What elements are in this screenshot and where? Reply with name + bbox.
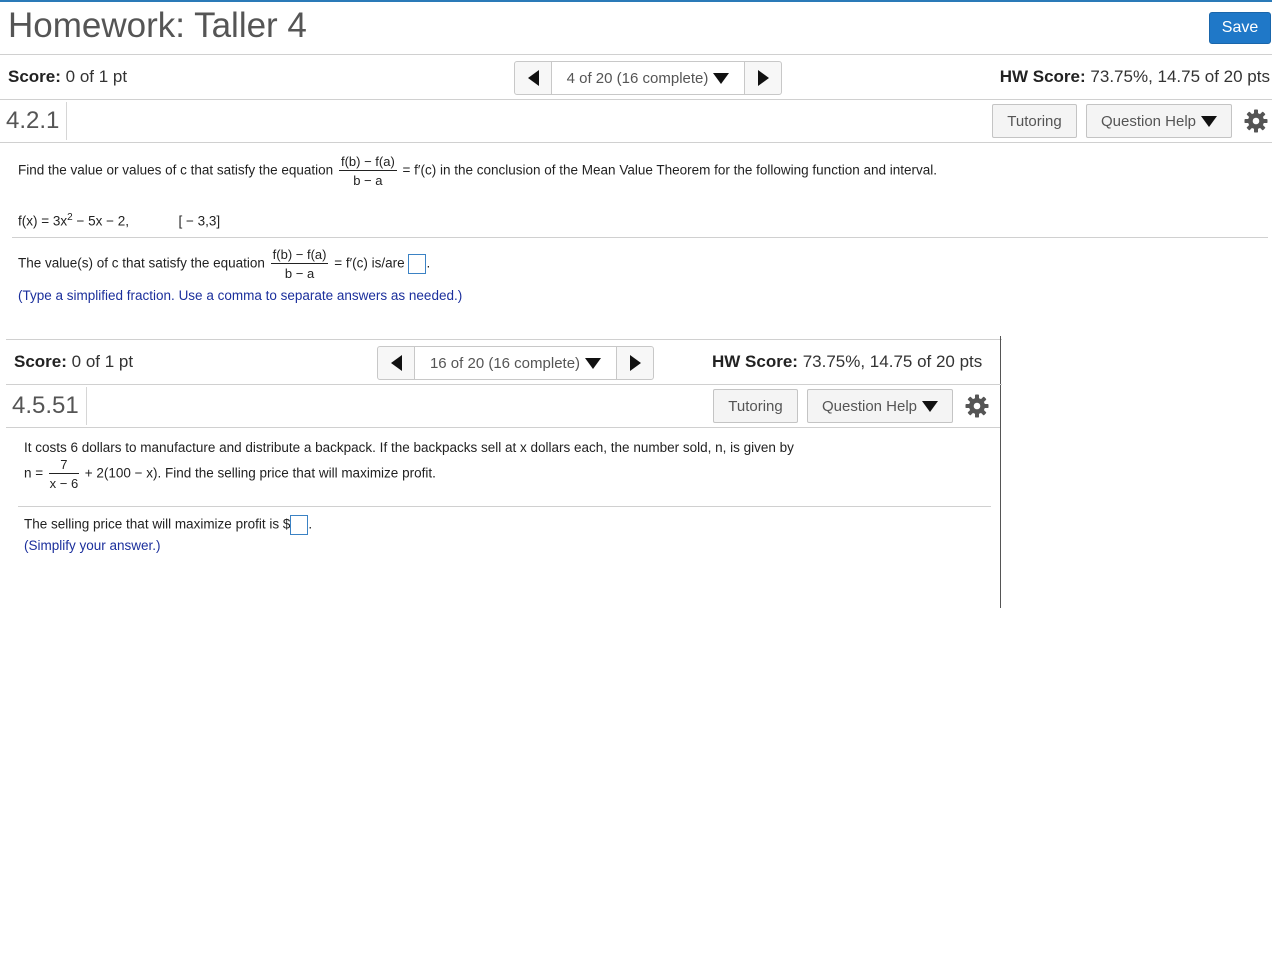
question-position-label: 16 of 20 (16 complete) bbox=[429, 354, 581, 372]
question-navigator: 4 of 20 (16 complete) bbox=[514, 61, 782, 95]
interval-text: [ − 3,3] bbox=[178, 213, 221, 229]
question-selector-dropdown[interactable]: 16 of 20 (16 complete) bbox=[415, 347, 616, 379]
hw-score-display: HW Score: 73.75%, 14.75 of 20 pts bbox=[712, 352, 982, 372]
score-display: Score: 0 of 1 pt bbox=[14, 352, 133, 372]
divider bbox=[6, 427, 1000, 428]
demand-equation: n = 7 x − 6 + 2(100 − x). Find the sellin… bbox=[24, 457, 436, 491]
question-prompt: Find the value or values of c that satis… bbox=[18, 154, 937, 188]
question-help-label: Question Help bbox=[821, 397, 918, 415]
fraction: f(b) − f(a) b − a bbox=[338, 154, 397, 188]
answer-input[interactable] bbox=[408, 254, 427, 274]
question-prompt: It costs 6 dollars to manufacture and di… bbox=[24, 440, 794, 455]
arrow-right-icon bbox=[757, 70, 769, 86]
previous-question-button[interactable] bbox=[378, 347, 415, 379]
caret-down-icon bbox=[713, 72, 730, 84]
question-position-label: 4 of 20 (16 complete) bbox=[566, 69, 709, 87]
equation-text: + 2(100 − x). Find the selling price tha… bbox=[84, 465, 436, 481]
separator bbox=[86, 387, 87, 425]
answer-input[interactable] bbox=[290, 515, 309, 535]
question-number: 4.5.51 bbox=[12, 392, 79, 419]
fraction-numerator: f(b) − f(a) bbox=[270, 247, 329, 264]
arrow-left-icon bbox=[390, 355, 402, 371]
answer-statement: The selling price that will maximize pro… bbox=[24, 515, 312, 535]
function-text: − 5x − 2, bbox=[72, 213, 129, 229]
score-label: Score: bbox=[14, 352, 67, 371]
hw-score-value: 73.75%, 14.75 of 20 pts bbox=[802, 352, 983, 371]
answer-text: The selling price that will maximize pro… bbox=[24, 516, 291, 532]
hw-score-value: 73.75%, 14.75 of 20 pts bbox=[1090, 67, 1270, 86]
fraction-denominator: b − a bbox=[284, 266, 315, 281]
question-help-label: Question Help bbox=[1100, 112, 1197, 130]
panel-border bbox=[1000, 336, 1001, 608]
divider bbox=[6, 384, 1002, 385]
fraction-numerator: 7 bbox=[48, 457, 79, 474]
tutoring-button[interactable]: Tutoring bbox=[992, 104, 1077, 138]
settings-gear-icon[interactable] bbox=[965, 394, 989, 418]
equation-text: n = bbox=[24, 465, 44, 481]
caret-down-icon bbox=[1201, 115, 1218, 127]
answer-hint: (Simplify your answer.) bbox=[24, 538, 161, 553]
caret-down-icon bbox=[585, 357, 602, 369]
page-title: Homework: Taller 4 bbox=[8, 6, 307, 45]
question-number: 4.2.1 bbox=[6, 107, 60, 134]
arrow-left-icon bbox=[527, 70, 539, 86]
answer-text: . bbox=[308, 516, 313, 532]
settings-gear-icon[interactable] bbox=[1244, 109, 1268, 133]
hw-score-label: HW Score: bbox=[712, 352, 798, 371]
caret-down-icon bbox=[922, 400, 939, 412]
tutoring-button[interactable]: Tutoring bbox=[713, 389, 798, 423]
prompt-text: = f′(c) in the conclusion of the Mean Va… bbox=[402, 162, 938, 178]
score-label: Score: bbox=[8, 67, 61, 86]
function-definition: f(x) = 3x2 − 5x − 2, [ − 3,3] bbox=[18, 212, 220, 229]
answer-text: . bbox=[426, 255, 431, 271]
question-selector-dropdown[interactable]: 4 of 20 (16 complete) bbox=[552, 62, 744, 94]
score-value: 0 of 1 pt bbox=[71, 352, 134, 371]
fraction-denominator: x − 6 bbox=[49, 476, 79, 491]
next-question-button[interactable] bbox=[744, 62, 781, 94]
divider bbox=[18, 506, 991, 507]
next-question-button[interactable] bbox=[616, 347, 653, 379]
answer-text: The value(s) of c that satisfy the equat… bbox=[18, 255, 265, 271]
prompt-text: Find the value or values of c that satis… bbox=[18, 162, 334, 178]
score-display: Score: 0 of 1 pt bbox=[8, 67, 127, 87]
question-navigator: 16 of 20 (16 complete) bbox=[377, 346, 654, 380]
fraction-denominator: b − a bbox=[353, 173, 383, 188]
divider bbox=[6, 339, 1002, 340]
top-accent-rule bbox=[0, 0, 1272, 2]
divider bbox=[0, 99, 1272, 100]
hw-score-display: HW Score: 73.75%, 14.75 of 20 pts bbox=[1000, 67, 1270, 87]
save-button[interactable]: Save bbox=[1209, 12, 1271, 44]
divider bbox=[12, 237, 1268, 238]
answer-hint: (Type a simplified fraction. Use a comma… bbox=[18, 288, 463, 303]
score-value: 0 of 1 pt bbox=[65, 67, 128, 86]
separator bbox=[66, 102, 67, 140]
previous-question-button[interactable] bbox=[515, 62, 552, 94]
answer-text: = f′(c) is/are bbox=[334, 255, 405, 271]
divider bbox=[0, 142, 1272, 143]
function-text: f(x) = 3x bbox=[18, 213, 68, 229]
fraction-numerator: f(b) − f(a) bbox=[338, 154, 397, 171]
fraction: 7 x − 6 bbox=[48, 457, 79, 491]
arrow-right-icon bbox=[629, 355, 641, 371]
question-help-button[interactable]: Question Help bbox=[1086, 104, 1232, 138]
hw-score-label: HW Score: bbox=[999, 67, 1086, 86]
answer-statement: The value(s) of c that satisfy the equat… bbox=[18, 247, 430, 281]
question-help-button[interactable]: Question Help bbox=[807, 389, 953, 423]
fraction: f(b) − f(a) b − a bbox=[270, 247, 329, 281]
divider bbox=[0, 54, 1272, 55]
